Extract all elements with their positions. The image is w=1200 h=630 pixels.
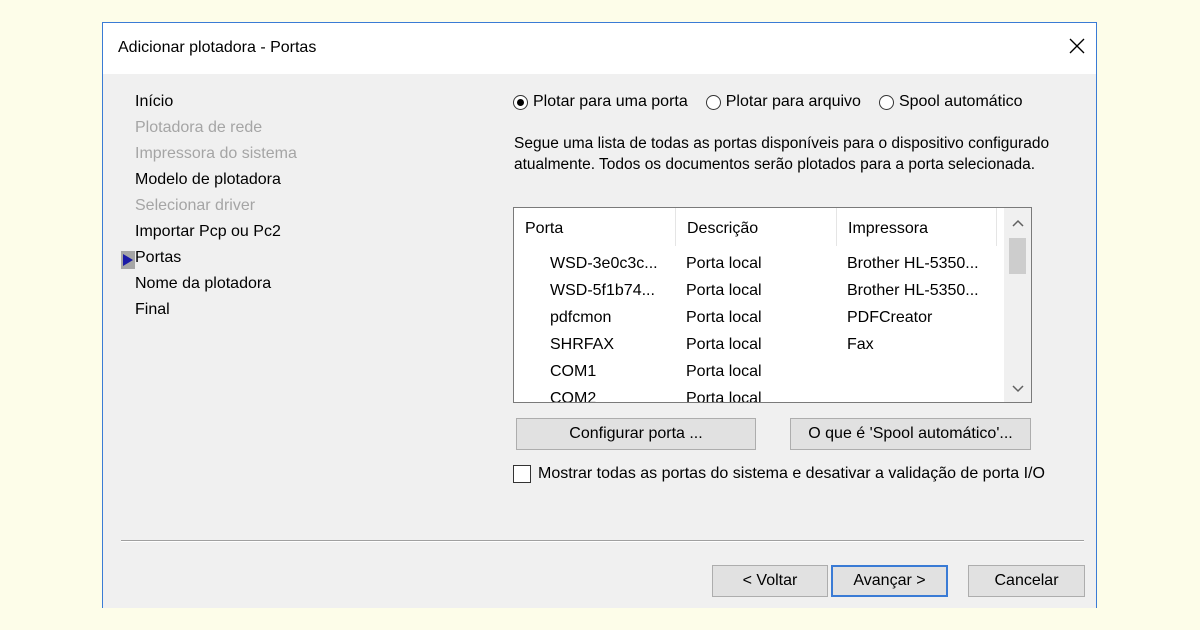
scrollbar-thumb[interactable] <box>1009 238 1026 274</box>
port-description: Porta local <box>686 309 762 326</box>
radio-label: Plotar para uma porta <box>533 93 688 110</box>
port-name: COM2 <box>550 390 597 403</box>
show-all-ports-checkbox[interactable] <box>513 465 531 483</box>
nav-step-modelo-de-plotadora: Modelo de plotadora <box>135 171 281 188</box>
column-header-impressora[interactable]: Impressora <box>837 208 997 246</box>
port-name: WSD-5f1b74... <box>550 282 655 299</box>
current-step-arrow-icon <box>121 251 135 269</box>
title-bar: Adicionar plotadora - Portas <box>103 23 1096 74</box>
radio-plot-to-port[interactable]: Plotar para uma porta <box>513 93 688 111</box>
radio-auto-spool[interactable]: Spool automático <box>878 93 1023 111</box>
column-header-porta[interactable]: Porta <box>514 208 676 246</box>
output-mode-radios: Plotar para uma porta Plotar para arquiv… <box>513 93 1023 111</box>
radio-button[interactable] <box>878 94 894 110</box>
port-printer: Fax <box>847 336 874 353</box>
ports-list-header: Porta Descrição Impressora <box>514 208 1004 246</box>
dialog-title: Adicionar plotadora - Portas <box>118 39 317 56</box>
wizard-steps-nav: Início Plotadora de rede Impressora do s… <box>121 91 321 325</box>
table-row[interactable]: COM1 Porta local <box>514 358 1004 385</box>
nav-step-importar-pcp: Importar Pcp ou Pc2 <box>135 223 281 240</box>
column-header-descricao[interactable]: Descrição <box>676 208 837 246</box>
radio-label: Spool automático <box>898 93 1023 110</box>
back-button[interactable]: < Voltar <box>712 565 828 597</box>
nav-step-portas-current: Portas <box>121 247 321 273</box>
nav-step-final: Final <box>135 301 170 318</box>
add-plotter-dialog: Adicionar plotadora - Portas Início Plot… <box>102 22 1097 608</box>
nav-step-nome-da-plotadora: Nome da plotadora <box>135 275 272 292</box>
radio-plot-to-file[interactable]: Plotar para arquivo <box>705 93 861 111</box>
footer-divider <box>121 540 1084 542</box>
port-description: Porta local <box>686 255 762 272</box>
nav-step-inicio: Início <box>135 93 174 110</box>
next-button[interactable]: Avançar > <box>831 565 948 597</box>
port-printer: Brother HL-5350... <box>847 282 979 299</box>
port-description: Porta local <box>686 363 762 380</box>
port-printer: Brother HL-5350... <box>847 255 979 272</box>
table-row[interactable]: pdfcmon Porta local PDFCreator <box>514 304 1004 331</box>
show-all-ports-option[interactable]: Mostrar todas as portas do sistema e des… <box>513 465 1045 483</box>
radio-button-checked[interactable] <box>513 94 528 110</box>
port-description: Porta local <box>686 336 762 353</box>
table-row[interactable]: COM2 Porta local <box>514 385 1004 403</box>
radio-label: Plotar para arquivo <box>725 93 861 110</box>
nav-step-impressora-do-sistema: Impressora do sistema <box>135 145 297 162</box>
ports-list[interactable]: Porta Descrição Impressora WSD-3e0c3c...… <box>513 207 1032 403</box>
ports-list-scrollbar[interactable] <box>1004 208 1031 402</box>
table-row[interactable]: WSD-3e0c3c... Porta local Brother HL-535… <box>514 250 1004 277</box>
what-is-auto-spool-button[interactable]: O que é 'Spool automático'... <box>790 418 1031 450</box>
port-name: pdfcmon <box>550 309 612 326</box>
table-row[interactable]: WSD-5f1b74... Porta local Brother HL-535… <box>514 277 1004 304</box>
chevron-down-icon[interactable] <box>1004 377 1031 401</box>
configure-port-button[interactable]: Configurar porta ... <box>516 418 756 450</box>
chevron-up-icon[interactable] <box>1004 211 1031 235</box>
nav-step-label: Portas <box>135 249 182 266</box>
table-row[interactable]: SHRFAX Porta local Fax <box>514 331 1004 358</box>
port-name: WSD-3e0c3c... <box>550 255 658 272</box>
nav-step-selecionar-driver: Selecionar driver <box>135 197 256 214</box>
port-name: SHRFAX <box>550 336 615 353</box>
port-printer: PDFCreator <box>847 309 933 326</box>
port-name: COM1 <box>550 363 597 380</box>
radio-button[interactable] <box>705 94 721 110</box>
nav-step-plotadora-de-rede: Plotadora de rede <box>135 119 263 136</box>
port-description: Porta local <box>686 390 762 403</box>
port-description: Porta local <box>686 282 762 299</box>
cancel-button[interactable]: Cancelar <box>968 565 1085 597</box>
close-icon[interactable] <box>1066 35 1088 57</box>
show-all-ports-label: Mostrar todas as portas do sistema e des… <box>538 465 1045 482</box>
ports-description: Segue uma lista de todas as portas dispo… <box>514 135 1050 173</box>
